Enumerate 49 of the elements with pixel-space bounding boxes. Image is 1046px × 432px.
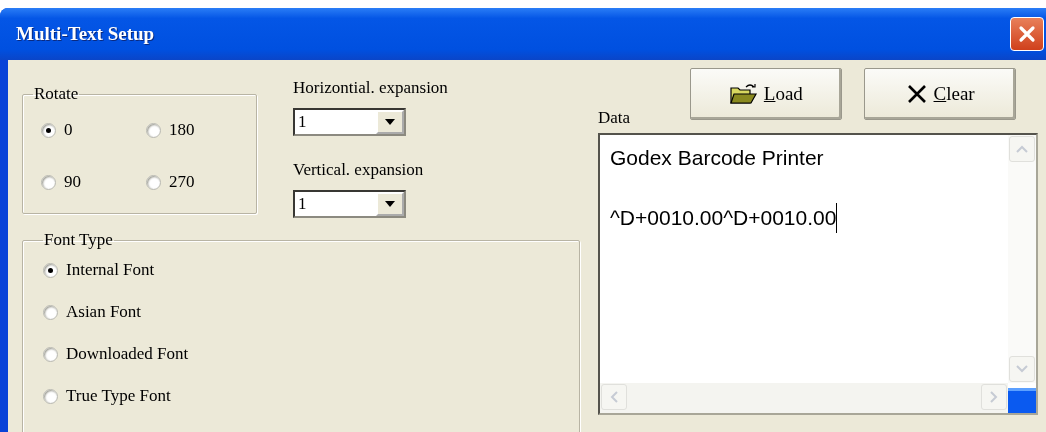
text-line: Godex Barcode Printer: [610, 145, 825, 171]
radio-button[interactable]: [146, 122, 161, 138]
group-label: Rotate: [33, 84, 80, 104]
resize-grip: [1008, 388, 1036, 413]
horizontal-scrollbar[interactable]: [600, 383, 1008, 413]
radio-option[interactable]: Asian Font: [43, 302, 559, 322]
radio-button[interactable]: [43, 304, 58, 320]
radio-button[interactable]: [43, 262, 58, 278]
radio-label: Asian Font: [66, 302, 142, 322]
radio-label: True Type Font: [66, 386, 171, 406]
field-label: Horizontial. expansion: [293, 78, 448, 98]
radio-option[interactable]: 180: [146, 120, 246, 140]
horizontal-expansion-dropdown[interactable]: 1: [293, 108, 406, 136]
caret-icon: [385, 201, 395, 207]
data-label: Data: [598, 108, 632, 128]
clear-button[interactable]: Clear: [864, 68, 1016, 120]
radio-option[interactable]: 270: [146, 172, 246, 192]
radio-label: Downloaded Font: [66, 344, 189, 364]
window-title: Multi-Text Setup: [16, 23, 155, 45]
close-button[interactable]: [1010, 17, 1044, 51]
scroll-right-button[interactable]: [981, 384, 1007, 410]
radio-option[interactable]: Downloaded Font: [43, 344, 559, 364]
data-text-area[interactable]: Godex Barcode Printer ^D+0010.00^D+0010.00: [598, 133, 1038, 415]
radio-button[interactable]: [43, 346, 58, 362]
scroll-up-button[interactable]: [1009, 136, 1035, 162]
radio-label: Internal Font: [66, 260, 155, 280]
radio-label: 180: [169, 120, 195, 140]
close-icon: [905, 83, 928, 105]
radio-label: 0: [64, 120, 73, 140]
radio-button[interactable]: [41, 122, 56, 138]
radio-button[interactable]: [43, 388, 58, 404]
scroll-down-button[interactable]: [1009, 356, 1035, 382]
radio-label: 270: [169, 172, 195, 192]
scroll-left-button[interactable]: [601, 384, 627, 410]
radio-option[interactable]: Internal Font: [43, 260, 559, 280]
radio-option[interactable]: 0: [41, 120, 146, 140]
radio-option[interactable]: True Type Font: [43, 386, 559, 406]
caret-icon: [385, 119, 395, 125]
radio-button[interactable]: [146, 174, 161, 190]
vertical-scrollbar[interactable]: [1008, 135, 1036, 383]
folder-icon: [729, 83, 758, 105]
vertical-expansion-dropdown[interactable]: 1: [293, 190, 406, 218]
radio-option[interactable]: 90: [41, 172, 146, 192]
radio-button[interactable]: [41, 174, 56, 190]
load-button[interactable]: Load: [690, 68, 843, 120]
radio-label: 90: [64, 172, 81, 192]
group-label: Font Type: [43, 230, 114, 250]
text-line: ^D+0010.00^D+0010.00: [610, 203, 838, 233]
field-label: Vertical. expansion: [293, 160, 425, 180]
